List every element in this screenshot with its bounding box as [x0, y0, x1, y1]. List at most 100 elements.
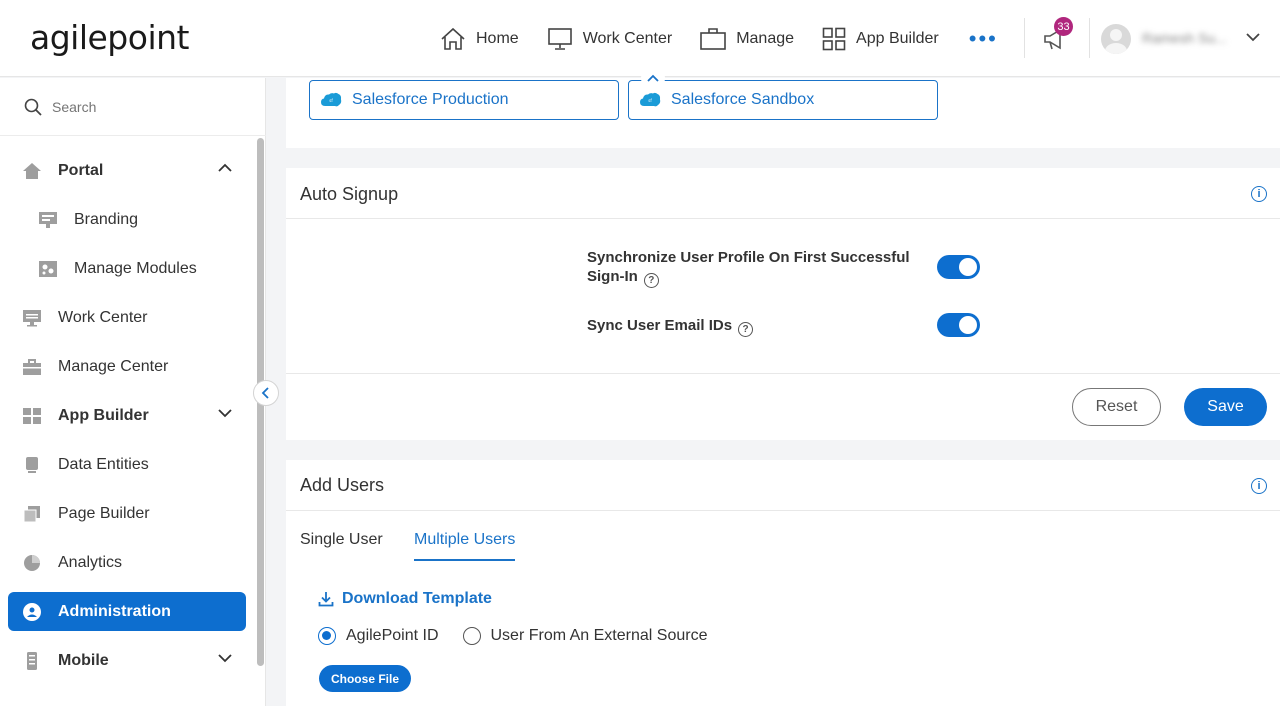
salesforce-production-button[interactable]: sf Salesforce Production — [309, 80, 619, 120]
salesforce-production-label: Salesforce Production — [352, 91, 509, 108]
more-menu-icon[interactable]: ••• — [969, 28, 998, 50]
sync-email-label-text: Sync User Email IDs — [587, 317, 733, 334]
divider — [286, 510, 1280, 511]
sync-email-toggle[interactable] — [937, 313, 980, 337]
save-button[interactable]: Save — [1184, 388, 1267, 426]
chevron-up-icon[interactable] — [218, 163, 232, 173]
top-bar: agilepoint Home Work Center Manage App B… — [0, 0, 1280, 77]
sidebar-menu: Portal Branding Manage Modules Work Cent… — [8, 151, 246, 690]
nav-home-label: Home — [476, 30, 519, 47]
sidebar-item-page-builder[interactable]: Page Builder — [8, 494, 246, 533]
add-users-card: Add Users — [286, 460, 1280, 706]
sidebar-item-label: Mobile — [58, 651, 109, 669]
chevron-down-icon[interactable] — [218, 408, 232, 418]
sidebar-item-branding[interactable]: Branding — [8, 200, 246, 239]
home-icon — [22, 161, 42, 181]
sync-profile-label-line2: Sign-In — [587, 268, 638, 285]
tab-multiple-users[interactable]: Multiple Users — [414, 531, 515, 549]
grid-icon — [822, 27, 846, 51]
chevron-down-icon[interactable] — [1246, 32, 1260, 42]
salesforce-sandbox-label: Salesforce Sandbox — [671, 91, 815, 108]
chevron-up-icon — [647, 74, 659, 82]
mobile-icon — [22, 651, 42, 671]
radio-agilepoint-id-label: AgilePoint ID — [346, 627, 439, 644]
info-icon[interactable]: i — [1251, 186, 1267, 202]
nav-manage-label: Manage — [736, 30, 795, 47]
auto-signup-title: Auto Signup — [300, 184, 399, 204]
active-tab-indicator — [414, 559, 515, 561]
search-icon — [24, 98, 42, 116]
sidebar-item-label: Data Entities — [58, 455, 149, 473]
avatar[interactable] — [1101, 24, 1131, 54]
user-name[interactable]: Ramesh Su... — [1142, 30, 1227, 46]
sync-profile-toggle[interactable] — [937, 255, 980, 279]
scroll-up-button[interactable] — [641, 66, 665, 90]
home-icon — [441, 27, 465, 50]
sidebar-item-mobile[interactable]: Mobile — [8, 641, 246, 680]
search-input[interactable] — [52, 98, 232, 115]
download-icon — [318, 592, 334, 607]
database-icon — [22, 455, 42, 475]
radio-external-source-label: User From An External Source — [490, 627, 708, 644]
sidebar-item-label: App Builder — [58, 406, 149, 424]
sidebar-item-label: Branding — [74, 210, 139, 228]
nav-work-center[interactable]: Work Center — [547, 27, 673, 51]
add-users-title: Add Users — [300, 475, 385, 495]
sidebar-item-administration[interactable]: Administration — [8, 592, 246, 631]
sidebar-item-label: Manage Modules — [74, 259, 197, 277]
svg-text:sf: sf — [329, 98, 333, 103]
salesforce-cloud-icon: sf — [321, 92, 342, 107]
briefcase-icon — [22, 357, 42, 377]
info-icon[interactable]: i — [1251, 478, 1267, 494]
salesforce-sandbox-button[interactable]: sf Salesforce Sandbox — [628, 80, 938, 120]
download-template-label: Download Template — [342, 590, 492, 607]
branding-icon — [38, 210, 58, 230]
sync-email-label: Sync User Email IDs? — [587, 316, 754, 337]
salesforce-cloud-icon: sf — [640, 92, 661, 107]
divider — [1089, 18, 1090, 58]
sidebar-item-app-builder[interactable]: App Builder — [8, 396, 246, 435]
sidebar: Portal Branding Manage Modules Work Cent… — [0, 78, 266, 706]
grid-icon — [22, 406, 42, 426]
sidebar-item-portal[interactable]: Portal — [8, 151, 246, 190]
sidebar-search — [0, 78, 266, 136]
sidebar-item-analytics[interactable]: Analytics — [8, 543, 246, 582]
briefcase-icon — [700, 28, 727, 50]
sync-profile-label: Synchronize User Profile On First Succes… — [587, 248, 910, 288]
sidebar-item-manage-modules[interactable]: Manage Modules — [8, 249, 246, 288]
notification-badge: 33 — [1054, 17, 1073, 36]
nav-manage[interactable]: Manage — [700, 27, 794, 51]
radio-agilepoint-id[interactable] — [318, 627, 336, 645]
radio-external-source[interactable] — [462, 627, 481, 645]
sidebar-item-manage-center[interactable]: Manage Center — [8, 347, 246, 386]
chevron-down-icon[interactable] — [218, 653, 232, 663]
modules-icon — [38, 259, 58, 279]
sidebar-item-label: Work Center — [58, 308, 148, 326]
monitor-icon — [547, 28, 572, 50]
choose-file-button[interactable]: Choose File — [319, 665, 411, 692]
help-icon[interactable]: ? — [738, 322, 754, 337]
agilepoint-logo[interactable]: agilepoint — [30, 18, 189, 57]
nav-app-builder-label: App Builder — [856, 30, 939, 47]
nav-app-builder[interactable]: App Builder — [822, 27, 939, 51]
main-nav: Home Work Center Manage App Builder ••• — [440, 24, 998, 54]
sync-profile-label-line1: Synchronize User Profile On First Succes… — [587, 249, 910, 266]
reset-button[interactable]: Reset — [1072, 388, 1161, 426]
divider — [286, 373, 1280, 374]
tab-single-user[interactable]: Single User — [300, 531, 383, 549]
sidebar-item-data-entities[interactable]: Data Entities — [8, 445, 246, 484]
nav-home[interactable]: Home — [440, 27, 519, 51]
nav-work-center-label: Work Center — [582, 30, 673, 47]
svg-text:sf: sf — [648, 98, 652, 103]
help-icon[interactable]: ? — [643, 273, 659, 288]
sidebar-item-label: Page Builder — [58, 504, 150, 522]
chevron-left-icon — [261, 387, 269, 399]
download-template-link[interactable]: Download Template — [318, 590, 492, 608]
sidebar-item-work-center[interactable]: Work Center — [8, 298, 246, 337]
user-source-radio-group: AgilePoint ID User From An External Sour… — [318, 627, 707, 645]
divider — [1024, 18, 1025, 58]
sidebar-item-label: Analytics — [58, 553, 123, 571]
divider — [286, 218, 1280, 219]
collapse-sidebar-button[interactable] — [253, 380, 279, 406]
monitor-icon — [22, 308, 42, 328]
